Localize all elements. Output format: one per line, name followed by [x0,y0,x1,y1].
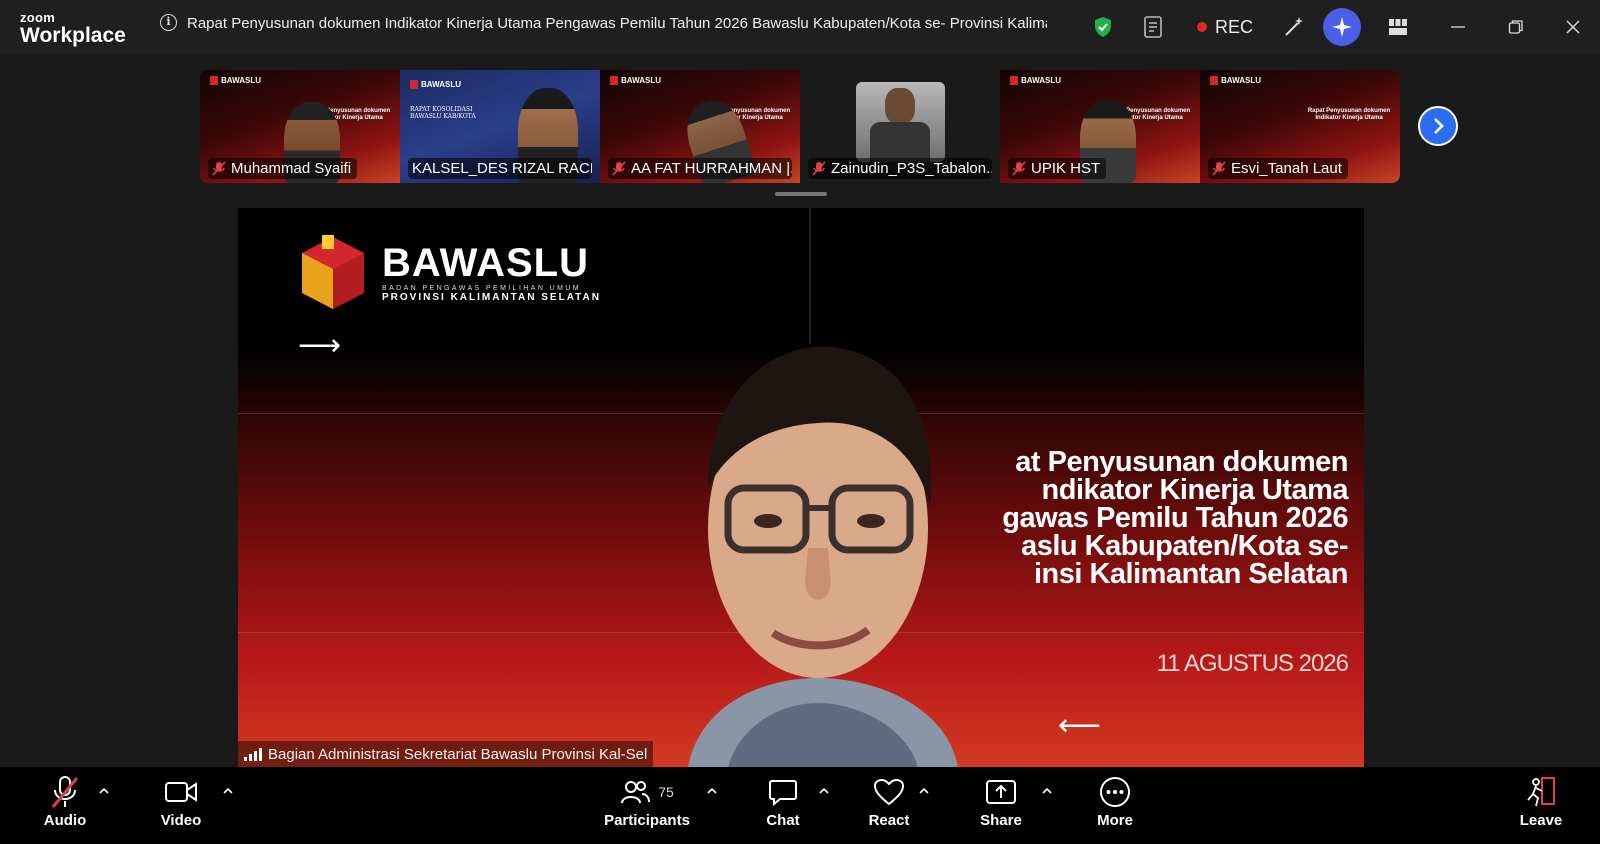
participant-name: Esvi_Tanah Laut [1231,160,1342,177]
meeting-toolbar: Audio Video 75 Participants Chat React S… [0,767,1600,844]
video-camera-icon [164,773,198,811]
participants-count: 75 [658,784,674,800]
speaker-name: Bagian Administrasi Sekretariat Bawaslu … [268,745,648,763]
participant-tile[interactable]: Zainudin_P3S_Tabalon... [800,70,1000,183]
participant-tile[interactable]: BAWASLU Rapat Penyusunan dokumen Indikat… [1000,70,1200,183]
ai-companion-button[interactable] [1323,8,1361,46]
chat-bubble-icon [768,773,798,811]
muted-mic-icon [1012,161,1026,176]
bawaslu-mini-logo: BAWASLU [610,76,661,85]
zoom-logo: zoom Workplace [20,11,126,46]
react-options-caret-icon[interactable] [918,785,930,795]
participant-name: Zainudin_P3S_Tabalon... [831,160,992,177]
audio-options-caret-icon[interactable] [98,785,110,795]
share-screen-icon [985,773,1017,811]
chat-button[interactable]: Chat [758,773,808,839]
more-button[interactable]: More [1090,773,1140,839]
info-icon[interactable]: i [160,14,177,31]
video-options-caret-icon[interactable] [222,785,234,795]
gallery-resize-handle[interactable] [775,192,827,196]
gallery-next-button[interactable] [1418,106,1458,146]
muted-mic-icon [612,161,626,176]
chat-label: Chat [766,812,800,829]
participants-options-caret-icon[interactable] [706,785,718,795]
more-dots-icon [1099,773,1131,811]
logo-province: PROVINSI KALIMANTAN SELATAN [382,292,601,303]
arrow-right-icon: ⟶ [298,329,342,362]
audio-label: Audio [43,812,87,829]
participant-gallery: BAWASLU Rapat Penyusunan dokumen Indikat… [200,70,1402,183]
muted-mic-icon [212,161,226,176]
react-button[interactable]: React [864,773,914,839]
security-shield-icon[interactable] [1090,10,1116,44]
leave-door-icon [1524,773,1558,811]
bawaslu-mini-logo: BAWASLU [410,80,461,89]
bawaslu-emblem-icon [298,235,368,311]
apps-grid-icon[interactable] [1385,10,1411,44]
participants-icon [621,781,651,804]
participant-name: AA FAT HURRAHMAN |... [631,160,792,177]
brand-small: zoom [20,10,56,25]
leave-button[interactable]: Leave [1516,773,1566,839]
share-button[interactable]: Share [976,773,1026,839]
video-label: Video [160,812,202,829]
share-label: Share [980,812,1022,829]
bawaslu-mini-logo: BAWASLU [1010,76,1061,85]
speaker-name-label: Bagian Administrasi Sekretariat Bawaslu … [238,741,654,767]
speaker-video-feed [668,338,968,767]
more-label: More [1097,812,1133,829]
participant-name: KALSEL_DES RIZAL RACH... [412,160,592,177]
muted-mic-icon [812,161,826,176]
meeting-title: Rapat Penyusunan dokumen Indikator Kiner… [187,15,1047,32]
audio-button[interactable]: Audio [40,773,90,839]
arrow-left-icon: ⟵ [1058,709,1102,742]
participant-tile[interactable]: BAWASLU Rapat Penyusunan dokumen Indikat… [600,70,800,183]
magic-wand-icon[interactable] [1280,10,1308,44]
logo-name: BAWASLU [382,241,589,285]
muted-mic-icon [50,773,80,811]
participant-name: UPIK HST [1031,160,1101,177]
participants-label: Participants [604,812,690,829]
heart-icon [873,773,905,811]
restore-window-icon[interactable] [1503,10,1529,44]
bawaslu-mini-logo: BAWASLU [210,76,261,85]
leave-label: Leave [1519,812,1563,829]
video-button[interactable]: Video [156,773,206,839]
slide-date: 11 AGUSTUS 2026 [1156,650,1349,677]
signal-strength-icon [244,747,262,761]
recording-indicator[interactable]: REC [1190,10,1260,44]
chevron-right-icon [1434,118,1444,134]
participant-tile[interactable]: BAWASLU Rapat Penyusunan dokumen Indikat… [200,70,400,183]
participant-tile[interactable]: BAWASLU RAPAT KOSOLIDASI BAWASLU KAB/KOT… [400,70,600,183]
chat-options-caret-icon[interactable] [818,785,830,795]
rec-label: REC [1214,16,1253,37]
bawaslu-mini-logo: BAWASLU [1210,76,1261,85]
close-window-icon[interactable] [1560,10,1586,44]
logo-subtitle: BADAN PENGAWAS PEMILIHAN UMUM [382,285,581,292]
participant-tile[interactable]: BAWASLU Rapat Penyusunan dokumen Indikat… [1200,70,1400,183]
bawaslu-logo: BAWASLU BADAN PENGAWAS PEMILIHAN UMUM PR… [298,235,601,311]
participant-photo [856,82,945,162]
brand-large: Workplace [20,24,126,47]
minimize-icon[interactable] [1445,10,1471,44]
notes-icon[interactable] [1140,10,1168,44]
share-options-caret-icon[interactable] [1041,785,1053,795]
sparkle-icon [1332,17,1352,37]
react-label: React [868,812,910,829]
participants-button[interactable]: 75 Participants [602,773,692,839]
active-speaker-video: BAWASLU BADAN PENGAWAS PEMILIHAN UMUM PR… [238,208,1364,767]
title-bar: zoom Workplace i Rapat Penyusunan dokume… [0,0,1600,55]
muted-mic-icon [1212,161,1226,176]
participant-name: Muhammad Syaifi [231,160,352,177]
recording-dot-icon [1196,22,1207,32]
